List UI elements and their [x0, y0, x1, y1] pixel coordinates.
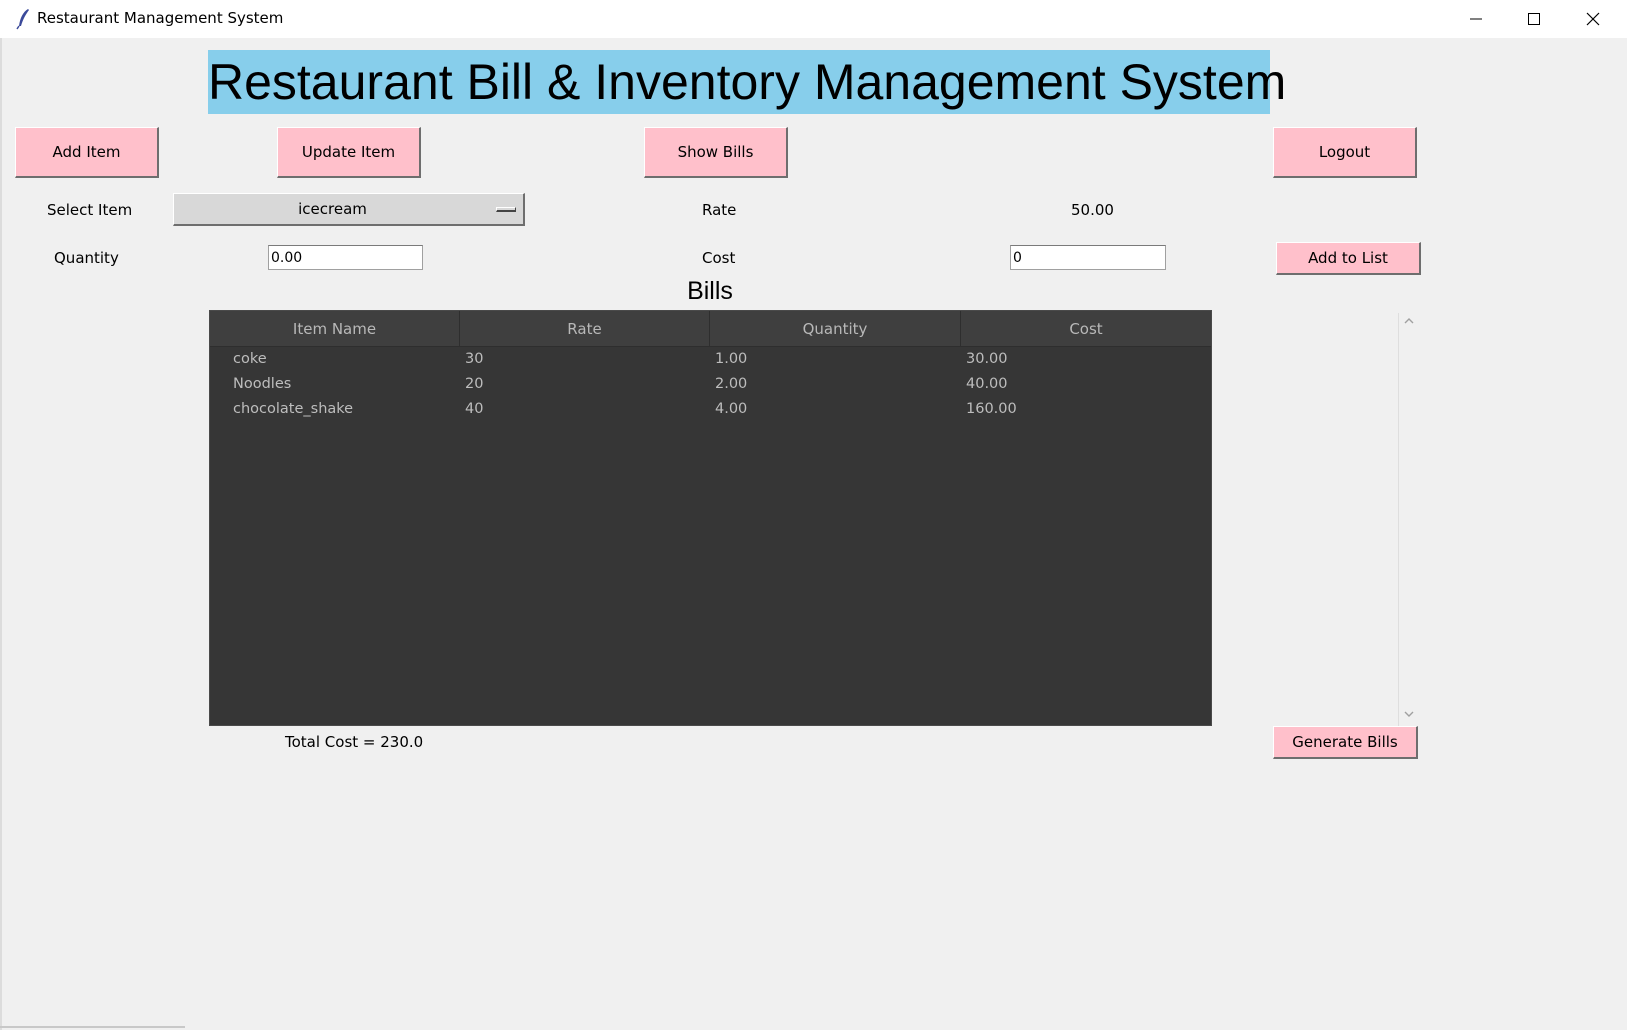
logout-button[interactable]: Logout [1273, 127, 1417, 178]
close-icon [1586, 12, 1600, 26]
window-border [0, 38, 2, 1030]
column-header-cost[interactable]: Cost [961, 311, 1211, 347]
minimize-button[interactable] [1447, 0, 1505, 38]
column-header-item-name[interactable]: Item Name [210, 311, 460, 347]
column-header-quantity[interactable]: Quantity [710, 311, 961, 347]
app-window: Restaurant Management System Restaurant … [0, 0, 1627, 1030]
cell-cost: 40.00 [966, 376, 1008, 392]
dropdown-indicator-icon [496, 207, 516, 212]
maximize-icon [1528, 13, 1540, 25]
cell-cost: 160.00 [966, 401, 1017, 417]
total-cost-label: Total Cost = 230.0 [285, 733, 424, 751]
show-bills-button[interactable]: Show Bills [644, 127, 788, 178]
table-row[interactable]: chocolate_shake 40 4.00 160.00 [210, 397, 1211, 422]
item-select-dropdown[interactable]: icecream [173, 193, 525, 226]
window-border-bottom [0, 1026, 185, 1028]
quantity-input[interactable] [268, 245, 423, 270]
feather-icon [14, 8, 34, 30]
cell-rate: 40 [465, 401, 484, 417]
table-row[interactable]: Noodles 20 2.00 40.00 [210, 372, 1211, 397]
rate-value: 50.00 [1071, 201, 1114, 219]
cell-quantity: 4.00 [715, 401, 748, 417]
cost-label: Cost [702, 249, 736, 267]
scroll-down-icon[interactable] [1402, 709, 1416, 719]
minimize-icon [1470, 18, 1482, 20]
quantity-label: Quantity [54, 249, 119, 267]
maximize-button[interactable] [1505, 0, 1563, 38]
window-title: Restaurant Management System [37, 9, 284, 27]
rate-label: Rate [702, 201, 737, 219]
cell-item-name: chocolate_shake [233, 401, 354, 417]
cell-cost: 30.00 [966, 351, 1008, 367]
table-row[interactable]: coke 30 1.00 30.00 [210, 347, 1211, 372]
generate-bills-button[interactable]: Generate Bills [1273, 726, 1418, 759]
add-item-button[interactable]: Add Item [15, 127, 159, 178]
cell-item-name: Noodles [233, 376, 292, 392]
vertical-scrollbar[interactable] [1398, 313, 1420, 726]
close-button[interactable] [1564, 0, 1622, 38]
page-title: Restaurant Bill & Inventory Management S… [208, 50, 1286, 114]
title-bar: Restaurant Management System [0, 0, 1627, 38]
cell-rate: 30 [465, 351, 484, 367]
table-body: coke 30 1.00 30.00 Noodles 20 2.00 40.00… [210, 347, 1211, 422]
column-header-rate[interactable]: Rate [460, 311, 710, 347]
table-header: Item Name Rate Quantity Cost [210, 311, 1211, 347]
cell-rate: 20 [465, 376, 484, 392]
cost-input[interactable] [1010, 245, 1166, 270]
cell-quantity: 2.00 [715, 376, 748, 392]
bills-heading: Bills [687, 277, 733, 305]
cell-quantity: 1.00 [715, 351, 748, 367]
select-item-label: Select Item [47, 201, 133, 219]
selected-item-value: icecream [298, 200, 367, 218]
scroll-up-icon[interactable] [1402, 316, 1416, 326]
cell-item-name: coke [233, 351, 267, 367]
add-to-list-button[interactable]: Add to List [1276, 242, 1421, 275]
update-item-button[interactable]: Update Item [277, 127, 421, 178]
bills-table[interactable]: Item Name Rate Quantity Cost coke 30 1.0… [209, 310, 1212, 726]
